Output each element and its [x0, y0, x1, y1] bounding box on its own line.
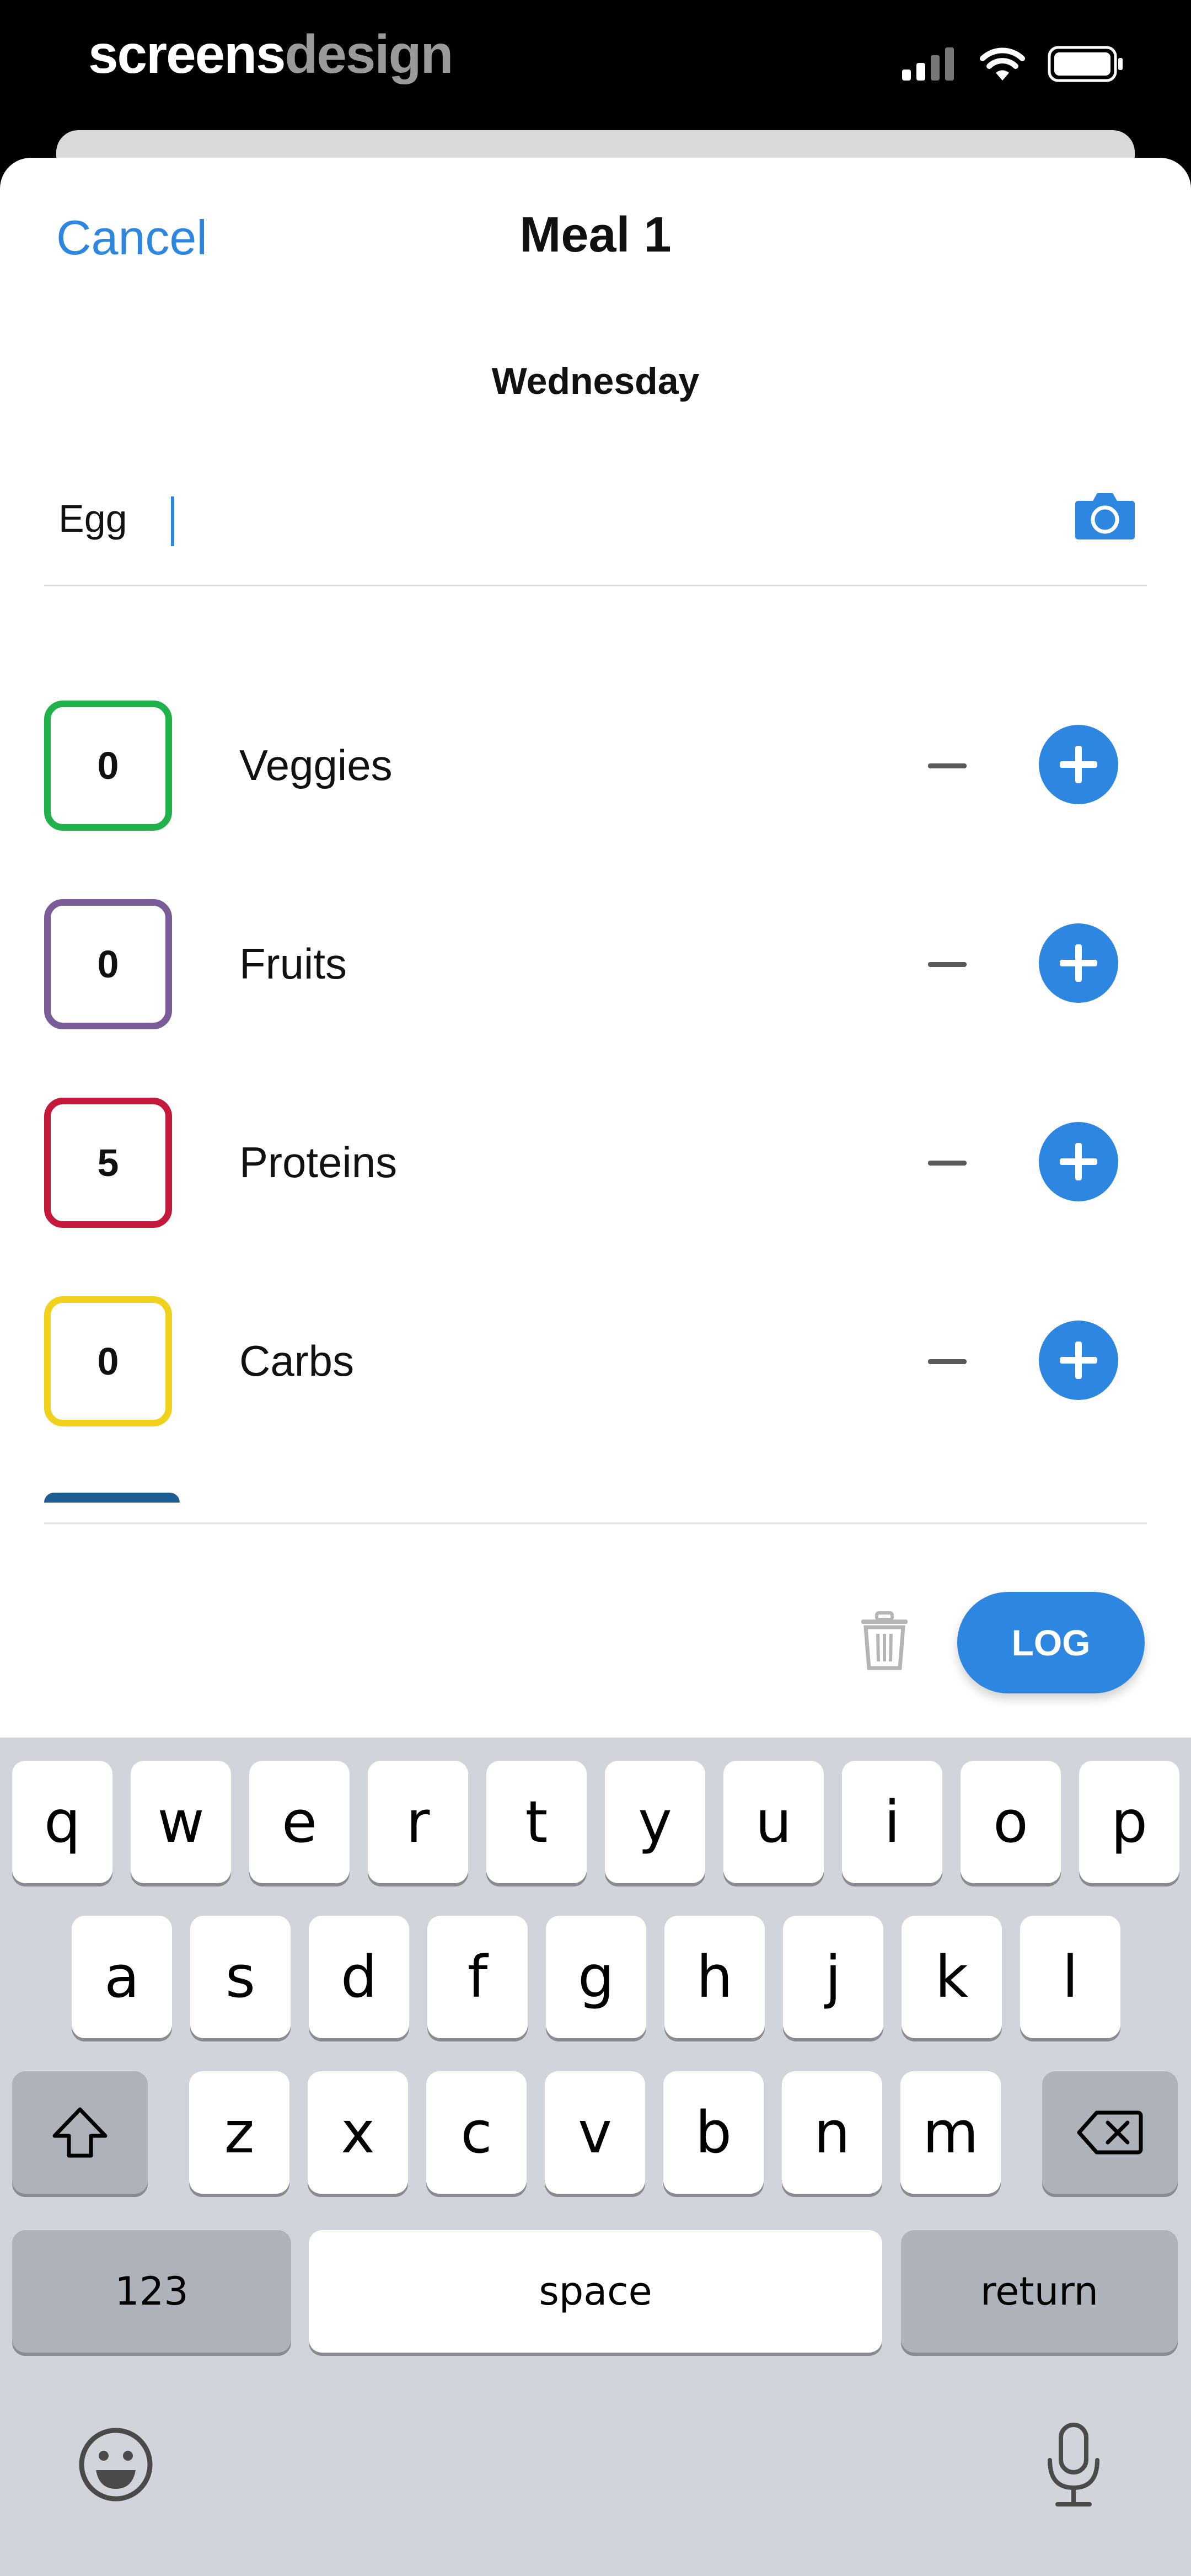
food-input-container: [44, 474, 1147, 586]
decrement-button[interactable]: [926, 1155, 968, 1171]
food-group-label: Fruits: [239, 939, 347, 988]
key-x[interactable]: x: [308, 2071, 408, 2194]
key-z[interactable]: z: [189, 2071, 289, 2194]
text-caret: [171, 496, 174, 546]
log-button[interactable]: LOG: [957, 1592, 1145, 1693]
key-j[interactable]: j: [783, 1916, 883, 2038]
key-m[interactable]: m: [900, 2071, 1001, 2194]
food-group-label: Veggies: [239, 741, 393, 789]
next-row-peek: [44, 1493, 180, 1503]
decrement-button[interactable]: [926, 1354, 968, 1369]
key-i[interactable]: i: [842, 1761, 942, 1883]
increment-button[interactable]: [1039, 1122, 1118, 1201]
key-o[interactable]: o: [961, 1761, 1061, 1883]
key-c[interactable]: c: [426, 2071, 527, 2194]
food-group-row: 5 Proteins: [44, 1098, 1147, 1241]
decrement-button[interactable]: [926, 956, 968, 972]
return-key[interactable]: return: [901, 2230, 1178, 2353]
key-e[interactable]: e: [249, 1761, 350, 1883]
wifi-icon: [980, 47, 1025, 81]
minus-icon: [928, 763, 967, 768]
key-t[interactable]: t: [486, 1761, 587, 1883]
key-p[interactable]: p: [1079, 1761, 1179, 1883]
food-search-input[interactable]: [58, 485, 996, 552]
minus-icon: [928, 961, 967, 967]
key-d[interactable]: d: [309, 1916, 409, 2038]
emoji-icon[interactable]: [78, 2427, 153, 2502]
numbers-key[interactable]: 123: [12, 2230, 291, 2353]
camera-icon[interactable]: [1074, 491, 1136, 541]
increment-button[interactable]: [1039, 1321, 1118, 1400]
serving-count-box: 0: [44, 899, 172, 1029]
delete-key[interactable]: [1042, 2071, 1178, 2194]
key-a[interactable]: a: [72, 1916, 172, 2038]
shift-key[interactable]: [12, 2071, 148, 2194]
brand-text-part1: screens: [88, 24, 286, 84]
shift-arrow-icon: [52, 2107, 108, 2158]
key-f[interactable]: f: [427, 1916, 528, 2038]
food-group-row: 0 Veggies: [44, 701, 1147, 844]
minus-icon: [928, 1359, 967, 1364]
divider: [44, 1522, 1147, 1524]
key-s[interactable]: s: [190, 1916, 291, 2038]
food-group-row: 0 Fruits: [44, 899, 1147, 1043]
food-group-label: Proteins: [239, 1138, 398, 1187]
key-r[interactable]: r: [368, 1761, 468, 1883]
trash-icon[interactable]: [860, 1611, 909, 1671]
key-y[interactable]: y: [605, 1761, 705, 1883]
key-n[interactable]: n: [782, 2071, 882, 2194]
minus-icon: [928, 1160, 967, 1166]
backspace-icon: [1077, 2110, 1143, 2155]
status-icons: [902, 44, 1125, 84]
food-group-label: Carbs: [239, 1337, 355, 1385]
decrement-button[interactable]: [926, 758, 968, 773]
key-q[interactable]: q: [12, 1761, 112, 1883]
page-title: Meal 1: [519, 207, 672, 263]
increment-button[interactable]: [1039, 923, 1118, 1003]
key-k[interactable]: k: [902, 1916, 1002, 2038]
serving-count-box: 0: [44, 701, 172, 831]
microphone-icon[interactable]: [1043, 2422, 1104, 2510]
key-v[interactable]: v: [545, 2071, 645, 2194]
key-g[interactable]: g: [546, 1916, 646, 2038]
key-w[interactable]: w: [131, 1761, 231, 1883]
space-key[interactable]: space: [309, 2230, 882, 2353]
serving-count-box: 0: [44, 1296, 172, 1426]
serving-count-box: 5: [44, 1098, 172, 1228]
battery-icon: [1048, 46, 1123, 82]
key-b[interactable]: b: [663, 2071, 764, 2194]
brand-text-part2: design: [285, 24, 454, 84]
keyboard: 123 space return qwertyuiop asdfghjkl zxcv…: [0, 1738, 1191, 2576]
food-group-row: 0 Carbs: [44, 1296, 1147, 1440]
key-h[interactable]: h: [664, 1916, 765, 2038]
day-label: Wednesday: [491, 360, 700, 402]
key-u[interactable]: u: [723, 1761, 824, 1883]
increment-button[interactable]: [1039, 725, 1118, 804]
signal-icon: [902, 47, 954, 81]
brand-logo: screensdesign: [88, 23, 454, 85]
key-l[interactable]: l: [1020, 1916, 1120, 2038]
